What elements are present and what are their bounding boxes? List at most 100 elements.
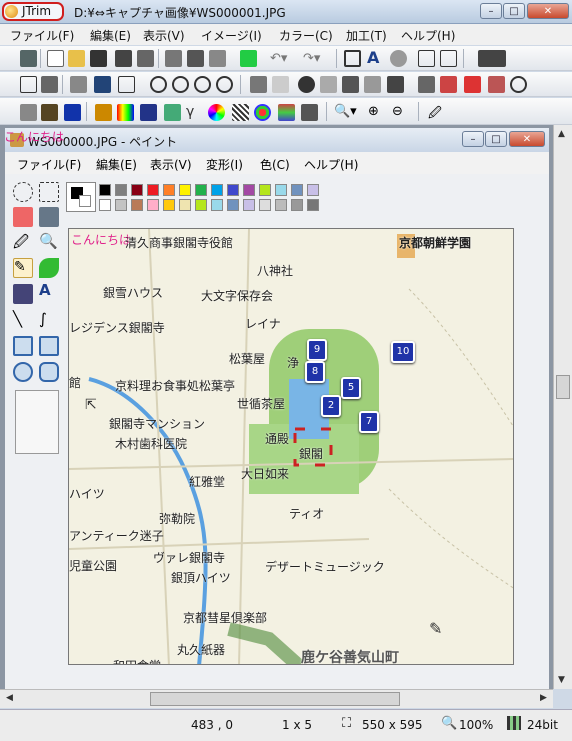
palette-swatch[interactable] [291,184,303,196]
rotate-90-icon[interactable] [172,76,189,93]
maximize-button[interactable]: □ [503,3,525,19]
free-select-icon[interactable] [13,182,33,202]
palette-swatch[interactable] [131,184,143,196]
vertical-scrollbar[interactable]: ▲ ▼ [553,125,572,689]
spiral-icon[interactable] [510,76,527,93]
magnifier-icon[interactable]: 🔍 [39,232,59,252]
text-tool-icon[interactable]: A [367,48,384,67]
pencil-icon[interactable]: ✎ [13,258,33,278]
paint-maximize-button[interactable]: □ [485,131,507,147]
palette-swatch[interactable] [131,199,143,211]
eraser-icon[interactable] [13,207,33,227]
background-color[interactable] [79,195,91,207]
close-button[interactable]: ✕ [527,3,569,19]
palette-swatch[interactable] [115,184,127,196]
erase-icon[interactable] [488,76,505,93]
palette-swatch[interactable] [275,199,287,211]
paint-close-button[interactable]: ✕ [509,131,545,147]
palette-swatch[interactable] [163,184,175,196]
paint-menu-file[interactable]: ファイル(F) [17,156,81,173]
palette-swatch[interactable] [115,199,127,211]
line-icon[interactable]: ╲ [13,310,33,330]
posterize-icon[interactable] [95,104,112,121]
rotate-free-icon[interactable] [216,76,233,93]
levels-icon[interactable] [301,104,318,121]
brightness-icon[interactable] [390,50,407,67]
split-view-icon[interactable] [440,50,457,67]
palette-swatch[interactable] [99,184,111,196]
new-file-icon[interactable] [47,50,64,67]
grayscale-icon[interactable] [20,104,37,121]
rotate-right-icon[interactable] [194,76,211,93]
wave-icon[interactable] [418,76,435,93]
zoom-out-icon[interactable]: ⊖ [392,104,409,121]
channel-icon[interactable] [278,104,295,121]
brush-icon[interactable] [39,258,59,278]
menu-color[interactable]: カラー(C) [279,27,333,44]
palette-swatch[interactable] [147,199,159,211]
image-canvas[interactable]: こんにちは 清久商事銀閣寺役館 京都朝鮮学園 八神社 銀雪ハウス 大文字保存会 … [68,228,514,665]
palette-swatch[interactable] [227,199,239,211]
tile-dropdown-icon[interactable] [478,50,506,67]
palette-swatch[interactable] [179,184,191,196]
paint-minimize-button[interactable]: – [462,131,484,147]
fit-screen-icon[interactable] [344,50,361,67]
menu-help[interactable]: ヘルプ(H) [401,27,455,44]
hue-icon[interactable] [117,104,134,121]
palette-swatch[interactable] [179,199,191,211]
grid-icon[interactable] [418,50,435,67]
curve-icon[interactable]: ∫ [39,310,59,330]
sepia-icon[interactable] [41,104,58,121]
dither-icon[interactable] [232,104,249,121]
trim-icon[interactable] [118,76,135,93]
paint-menu-transform[interactable]: 変形(I) [206,156,243,173]
palette-swatch[interactable] [243,184,255,196]
zoom-in-icon[interactable]: ⊕ [368,104,385,121]
eyedropper-icon[interactable]: 🖉 [428,104,445,121]
crop-icon[interactable] [20,76,37,93]
paint-menu-color[interactable]: 色(C) [260,156,290,173]
noise-icon[interactable] [387,76,404,93]
palette-swatch[interactable] [211,199,223,211]
flip-horizontal-icon[interactable] [70,76,87,93]
sharpen-icon[interactable] [298,76,315,93]
horizontal-scrollbar[interactable]: ◀ ▶ [0,689,553,708]
paste-special-icon[interactable] [209,50,226,67]
emboss-icon[interactable] [320,76,337,93]
palette-swatch[interactable] [243,199,255,211]
print-icon[interactable] [115,50,132,67]
palette-swatch[interactable] [291,199,303,211]
palette-swatch[interactable] [163,199,175,211]
polygon-icon[interactable] [39,336,59,356]
color-wheel-icon[interactable] [208,104,225,121]
picture-icon[interactable] [164,104,181,121]
palette-swatch[interactable] [307,199,319,211]
current-color-box[interactable] [66,182,96,212]
draw-icon[interactable] [464,76,481,93]
vertical-scroll-thumb[interactable] [556,375,570,399]
flip-arrow-icon[interactable] [94,76,111,93]
frame-icon[interactable] [272,76,289,93]
open-folder-icon[interactable] [68,50,85,67]
paint-menu-view[interactable]: 表示(V) [150,156,192,173]
shadow-icon[interactable] [250,76,267,93]
airbrush-icon[interactable] [13,284,33,304]
color-picker-icon[interactable]: 🖉 [13,232,33,252]
paint-menu-help[interactable]: ヘルプ(H) [304,156,358,173]
palette-swatch[interactable] [195,199,207,211]
menu-view[interactable]: 表示(V) [143,27,185,44]
paste-icon[interactable] [187,50,204,67]
tool-options-box[interactable] [15,390,59,454]
invert-icon[interactable] [64,104,81,121]
ellipse-icon[interactable] [13,362,33,382]
resize-icon[interactable] [41,76,58,93]
palette-swatch[interactable] [259,184,271,196]
gamma-icon[interactable]: γ [186,104,203,121]
menu-process[interactable]: 加工(T) [346,27,387,44]
rotate-left-icon[interactable] [150,76,167,93]
palette-swatch[interactable] [147,184,159,196]
print-preview-icon[interactable] [137,50,154,67]
palette-swatch[interactable] [307,184,319,196]
menu-image[interactable]: イメージ(I) [201,27,262,44]
fill-icon[interactable] [39,207,59,227]
